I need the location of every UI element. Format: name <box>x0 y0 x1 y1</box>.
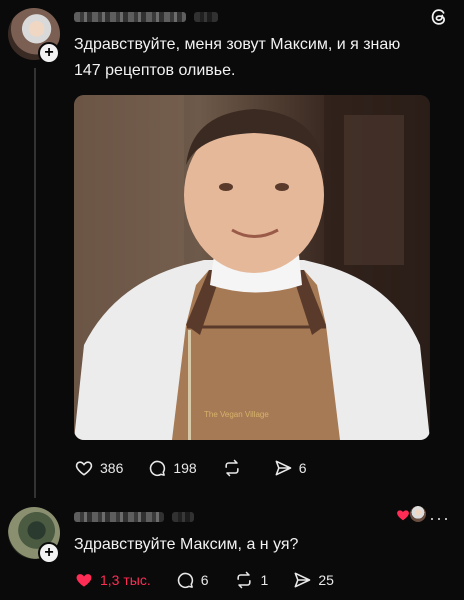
author-mini-avatar <box>410 506 426 522</box>
reply-repost-count: 1 <box>260 572 269 588</box>
post-photo[interactable]: The Vegan Village <box>74 95 430 440</box>
repost-button[interactable] <box>221 458 249 478</box>
heart-icon <box>75 461 93 476</box>
chef-portrait: The Vegan Village <box>74 95 430 440</box>
repost-icon <box>236 571 251 589</box>
send-icon <box>275 460 292 476</box>
follow-plus-icon[interactable]: + <box>38 542 60 564</box>
send-icon <box>294 572 311 588</box>
reply-repost-button[interactable]: 1 <box>233 570 269 590</box>
author-meta-blurred <box>194 12 218 22</box>
comment-count: 198 <box>173 460 197 476</box>
share-button[interactable]: 6 <box>273 458 307 478</box>
comment-icon <box>150 460 166 477</box>
reply-author-meta-blurred <box>172 512 194 522</box>
reply-text: Здравствуйте Максим, а н уя? <box>74 536 299 553</box>
author-name-blurred <box>74 12 186 22</box>
reply-like-button[interactable]: 1,3 тыс. <box>74 570 151 590</box>
heart-icon <box>76 574 92 587</box>
share-count: 6 <box>298 460 307 476</box>
post-text: Здравствуйте, меня зовут Максим, и я зна… <box>74 36 401 79</box>
reply-comment-count: 6 <box>200 572 209 588</box>
post-actions: 386 198 6 <box>74 458 331 478</box>
follow-plus-icon[interactable]: + <box>38 42 60 64</box>
reply-like-count: 1,3 тыс. <box>100 572 151 588</box>
author-liked-heart-icon <box>397 510 409 521</box>
reply-comment-button[interactable]: 6 <box>175 570 209 590</box>
like-count: 386 <box>100 460 124 476</box>
comment-icon <box>177 572 193 589</box>
more-options-icon[interactable]: ··· <box>429 508 450 529</box>
thread-line <box>34 68 36 498</box>
comment-button[interactable]: 198 <box>147 458 197 478</box>
reply-actions: 1,3 тыс. 6 1 25 <box>74 570 358 590</box>
svg-text:The Vegan Village: The Vegan Village <box>204 410 269 419</box>
like-button[interactable]: 386 <box>74 458 123 478</box>
repost-icon <box>225 459 239 477</box>
reply-share-button[interactable]: 25 <box>292 570 334 590</box>
reply-share-count: 25 <box>318 572 334 588</box>
threads-icon[interactable] <box>428 6 450 28</box>
reply-author-name-blurred <box>74 512 164 522</box>
